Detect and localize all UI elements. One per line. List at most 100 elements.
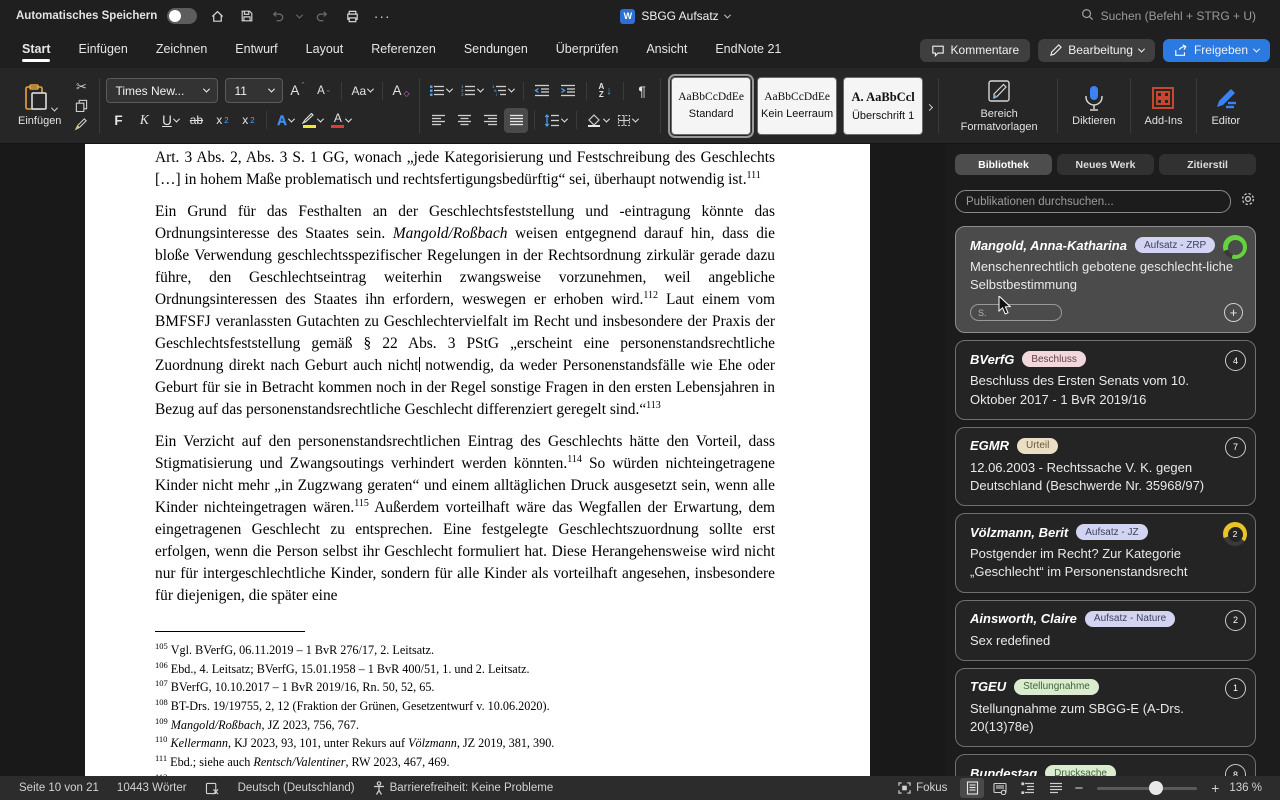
numbered-list-button[interactable]: 123 (457, 78, 486, 103)
footnote-111[interactable]: 111 Ebd.; siehe auch Rentsch/Valentiner, … (155, 751, 775, 770)
copy-icon[interactable] (71, 97, 91, 115)
publication-card[interactable]: Völzmann, Berit Aufsatz - JZ 2 Postgender i… (955, 513, 1256, 593)
font-name-select[interactable]: Times New... (106, 78, 219, 104)
increase-indent-button[interactable] (556, 78, 580, 103)
style-card-kein-leerraum[interactable]: AaBbCcDdEe Kein Leerraum (757, 76, 838, 135)
view-print-layout-icon[interactable] (960, 778, 985, 798)
ribbon-tab-zeichnen[interactable]: Zeichnen (144, 36, 219, 64)
format-painter-icon[interactable] (71, 115, 91, 133)
page-reference-input[interactable]: S. (970, 304, 1062, 322)
view-outline-icon[interactable] (1016, 778, 1040, 798)
autosave-toggle[interactable] (167, 8, 198, 24)
sidebar-tab-zitierstil[interactable]: Zitierstil (1159, 154, 1256, 175)
ribbon-tab-layout[interactable]: Layout (294, 36, 356, 64)
italic-button[interactable]: K (132, 108, 156, 133)
zoom-slider-knob[interactable] (1149, 781, 1164, 795)
sidebar-tab-bibliothek[interactable]: Bibliothek (955, 154, 1052, 175)
document-paragraph[interactable]: Ein Grund für das Festhalten an der Gesc… (155, 201, 775, 421)
publication-card[interactable]: Ainsworth, Claire Aufsatz - Nature 2 Sex re… (955, 599, 1256, 661)
font-size-select[interactable]: 11 (225, 78, 284, 104)
ribbon-tab-endnote-21[interactable]: EndNote 21 (703, 36, 793, 64)
bullet-list-button[interactable] (426, 78, 455, 103)
zoom-slider[interactable] (1097, 781, 1198, 795)
view-draft-icon[interactable] (1044, 778, 1068, 798)
ribbon-tab-start[interactable]: Start (10, 36, 62, 64)
highlight-color-button[interactable] (299, 108, 326, 133)
style-card-standard[interactable]: AaBbCcDdEe Standard (671, 76, 752, 135)
sort-button[interactable]: A Z ↓ (593, 78, 617, 103)
document-page[interactable]: Art. 3 Abs. 2, Abs. 3 S. 1 GG, wonach „j… (85, 144, 870, 800)
proofing-icon[interactable] (196, 782, 229, 795)
editor-button[interactable]: Editor (1203, 74, 1248, 137)
view-immersive-reader-icon[interactable] (988, 778, 1012, 798)
underline-button[interactable]: U (158, 108, 182, 133)
search-bar[interactable]: Suchen (Befehl + STRG + U) (950, 8, 1280, 24)
focus-mode-button[interactable]: Fokus (889, 782, 956, 794)
superscript-button[interactable]: x2 (236, 108, 260, 133)
print-icon[interactable] (342, 6, 362, 26)
align-center-button[interactable] (452, 108, 476, 133)
zoom-out-button[interactable]: − (1072, 780, 1085, 797)
styles-pane-button[interactable]: Bereich Formatvorlagen (947, 74, 1051, 137)
ribbon-tab--berpr-fen[interactable]: Überprüfen (544, 36, 631, 64)
subscript-button[interactable]: x2 (210, 108, 234, 133)
home-icon[interactable] (207, 6, 227, 26)
bold-button[interactable]: F (106, 108, 130, 133)
footnote-109[interactable]: 109 Mangold/Roßbach, JZ 2023, 756, 767. (155, 714, 775, 733)
styles-gallery-more-icon[interactable] (926, 97, 934, 115)
show-formatting-marks-button[interactable]: ¶ (630, 78, 654, 103)
publication-card[interactable]: BundestagDrucksache8Entwurf eines Gesetz… (955, 754, 1256, 776)
borders-button[interactable] (614, 108, 641, 133)
gear-icon[interactable] (1240, 191, 1256, 212)
clear-formatting-button[interactable]: A ◇ (389, 78, 413, 103)
addins-button[interactable]: Add-Ins (1137, 74, 1191, 137)
line-spacing-button[interactable] (541, 108, 570, 133)
word-count[interactable]: 10443 Wörter (108, 782, 196, 794)
comments-button[interactable]: Kommentare (919, 38, 1031, 62)
document-paragraph[interactable]: Ein Verzicht auf den personenstandsrecht… (155, 431, 775, 607)
ribbon-tab-referenzen[interactable]: Referenzen (359, 36, 448, 64)
align-left-button[interactable] (426, 108, 450, 133)
document-title-area[interactable]: W SBGG Aufsatz (400, 8, 950, 24)
insert-citation-button[interactable]: + (1224, 303, 1243, 323)
change-case-button[interactable]: Aa (348, 78, 376, 103)
cut-icon[interactable]: ✂ (71, 78, 91, 96)
publication-card[interactable]: TGEU Stellungnahme 1 Stellungnahme zum SBGG… (955, 667, 1256, 748)
publication-card[interactable]: BVerfG Beschluss 4 Beschluss des Ersten Sen… (955, 340, 1256, 420)
more-commands-icon[interactable]: ··· (372, 6, 392, 26)
dictate-button[interactable]: Diktieren (1064, 74, 1123, 137)
footnote-108[interactable]: 108 BT-Drs. 19/19755, 2, 12 (Fraktion der… (155, 695, 775, 714)
ribbon-tab-ansicht[interactable]: Ansicht (634, 36, 699, 64)
ribbon-tab-einf-gen[interactable]: Einfügen (66, 36, 139, 64)
zoom-level[interactable]: 136 % (1225, 782, 1270, 794)
share-button[interactable]: Freigeben (1162, 38, 1270, 62)
sidebar-tab-neues-werk[interactable]: Neues Werk (1057, 154, 1154, 175)
grow-font-button[interactable]: Aˆ (285, 78, 309, 103)
multilevel-list-button[interactable]: 1ai (488, 78, 517, 103)
language-selector[interactable]: Deutsch (Deutschland) (229, 782, 364, 794)
publication-search-input[interactable]: Publikationen durchsuchen... (955, 190, 1231, 213)
footnote-110[interactable]: 110 Kellermann, KJ 2023, 93, 101, unter R… (155, 732, 775, 751)
editing-mode-button[interactable]: Bearbeitung (1038, 38, 1155, 62)
paste-button[interactable]: Einfügen (10, 74, 69, 137)
save-icon[interactable] (237, 6, 257, 26)
footnote-107[interactable]: 107 BVerfG, 10.10.2017 – 1 BvR 2019/16, R… (155, 676, 775, 695)
publication-card[interactable]: EGMR Urteil 7 12.06.2003 - Rechtssache V. K… (955, 426, 1256, 507)
zoom-in-button[interactable]: + (1209, 780, 1221, 796)
footnote-106[interactable]: 106 Ebd., 4. Leitsatz; BVerfG, 15.01.1958… (155, 658, 775, 677)
undo-icon[interactable] (267, 6, 287, 26)
text-effects-button[interactable]: A (273, 108, 297, 133)
decrease-indent-button[interactable] (530, 78, 554, 103)
page-indicator[interactable]: Seite 10 von 21 (10, 782, 108, 794)
redo-icon[interactable] (312, 6, 332, 26)
ribbon-tab-sendungen[interactable]: Sendungen (452, 36, 540, 64)
align-right-button[interactable] (478, 108, 502, 133)
font-color-button[interactable]: A (328, 108, 354, 133)
justify-button[interactable] (504, 107, 529, 133)
undo-dropdown-icon[interactable] (296, 11, 304, 19)
accessibility-status[interactable]: Barrierefreiheit: Keine Probleme (364, 781, 563, 795)
shrink-font-button[interactable]: Aˇ (311, 78, 335, 103)
document-paragraph[interactable]: Art. 3 Abs. 2, Abs. 3 S. 1 GG, wonach „j… (155, 147, 775, 191)
footnote-105[interactable]: 105 Vgl. BVerfG, 06.11.2019 – 1 BvR 276/1… (155, 639, 775, 658)
publication-card[interactable]: Mangold, Anna-Katharina Aufsatz - ZRP Mens… (955, 226, 1256, 334)
